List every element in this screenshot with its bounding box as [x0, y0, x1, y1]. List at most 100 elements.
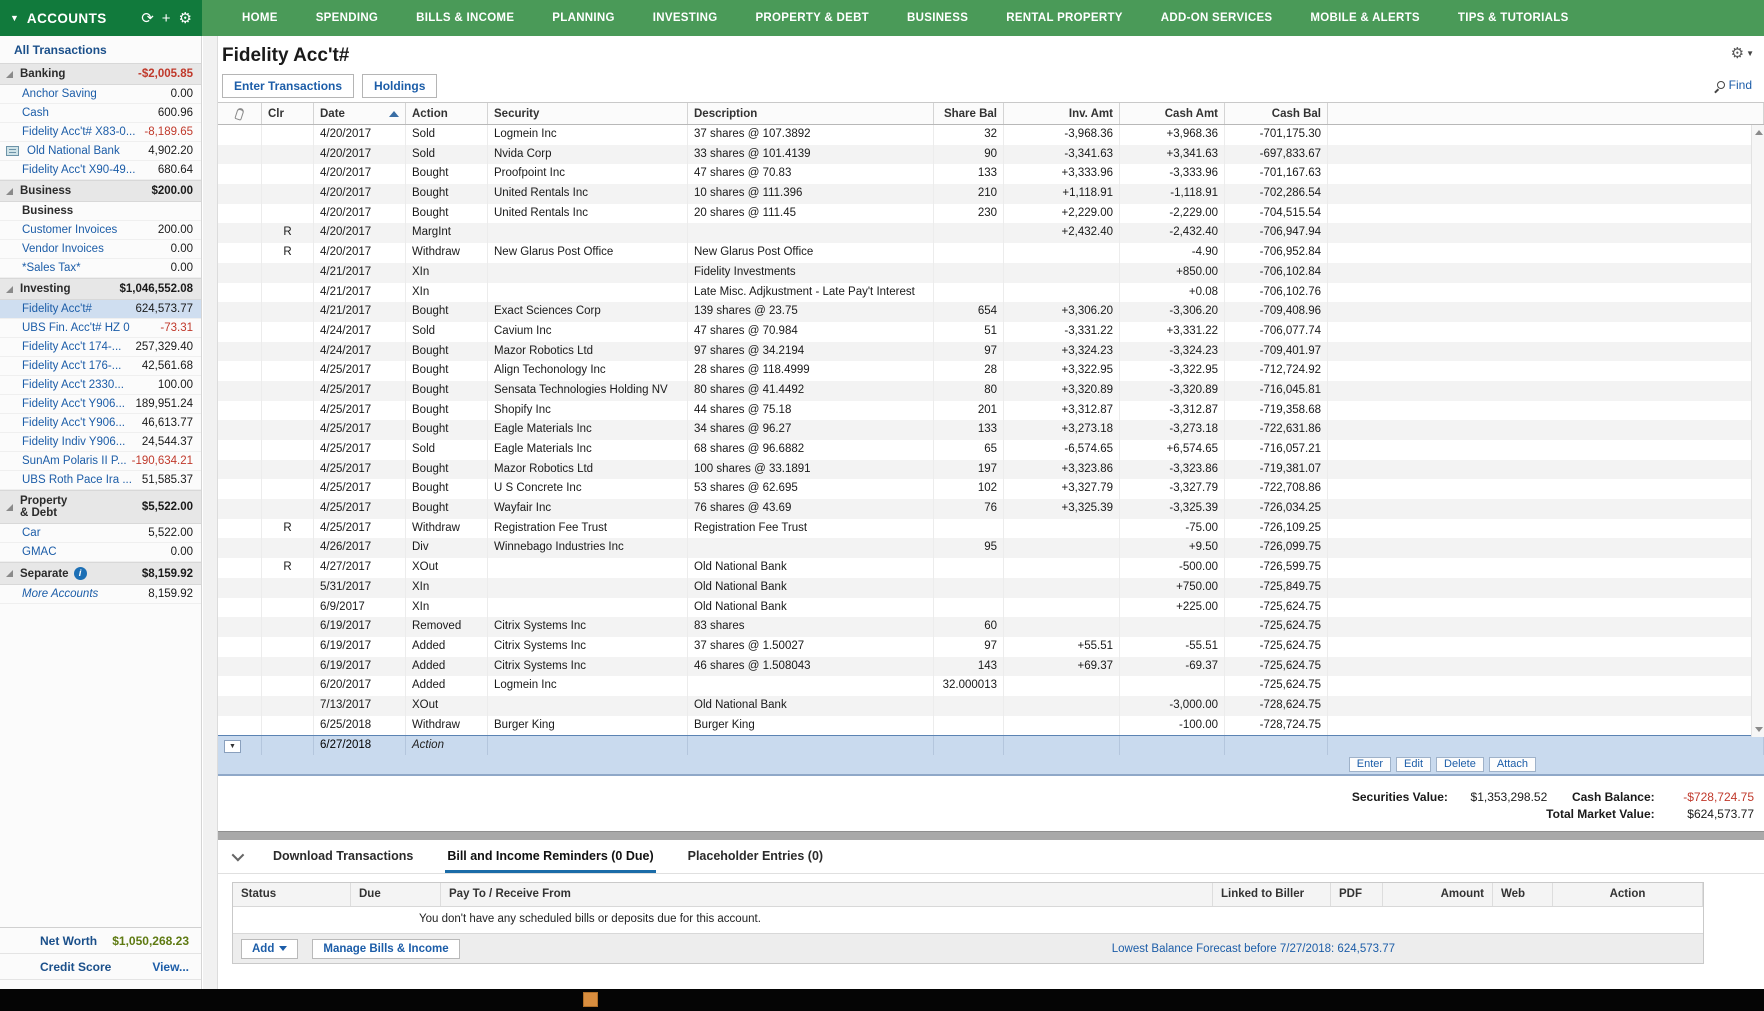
sidebar-item-ubs-roth-pace-ira[interactable]: UBS Roth Pace Ira ...51,585.37 [0, 471, 201, 490]
table-row[interactable]: 4/21/2017BoughtExact Sciences Corp139 sh… [218, 302, 1764, 322]
sidebar-item-fidelity-acc-t-2330[interactable]: Fidelity Acc't 2330...100.00 [0, 376, 201, 395]
sidebar-item-business[interactable]: Business [0, 202, 201, 221]
table-row[interactable]: 4/25/2017BoughtU S Concrete Inc53 shares… [218, 479, 1764, 499]
table-row[interactable]: 6/19/2017AddedCitrix Systems Inc46 share… [218, 657, 1764, 677]
sidebar-item-sunam-polaris-ii-p[interactable]: SunAm Polaris II P...-190,634.21 [0, 452, 201, 471]
reminders-column-due[interactable]: Due [351, 883, 441, 906]
table-row[interactable]: R4/20/2017WithdrawNew Glarus Post Office… [218, 243, 1764, 263]
new-transaction-row[interactable]: ▼ 6/27/2018 Action [218, 735, 1764, 755]
tab-bill-and-income-reminders-due[interactable]: Bill and Income Reminders (0 Due) [445, 840, 655, 873]
clr-column-header[interactable]: Clr [262, 103, 314, 124]
cash-bal-column-header[interactable]: Cash Bal [1225, 103, 1328, 124]
reminders-column-status[interactable]: Status [233, 883, 351, 906]
table-row[interactable]: 4/25/2017BoughtWayfair Inc76 shares @ 43… [218, 499, 1764, 519]
sidebar-item-fidelity-acc-t-176[interactable]: Fidelity Acc't 176-...42,561.68 [0, 357, 201, 376]
nav-item-bills-income[interactable]: BILLS & INCOME [416, 12, 514, 24]
accounts-gear-icon[interactable]: ⚙ [179, 9, 192, 27]
enter-button[interactable]: Enter [1349, 757, 1391, 772]
sidebar-item-old-national-bank[interactable]: Old National Bank4,902.20 [0, 142, 201, 161]
reminders-column-action[interactable]: Action [1553, 883, 1703, 906]
sidebar-item-sales-tax[interactable]: *Sales Tax*0.00 [0, 259, 201, 278]
sidebar-item-fidelity-acc-t[interactable]: Fidelity Acc't#624,573.77 [0, 300, 201, 319]
table-row[interactable]: 4/25/2017BoughtAlign Techonology Inc28 s… [218, 361, 1764, 381]
entry-action-field[interactable]: Action [406, 736, 488, 755]
nav-item-mobile-alerts[interactable]: MOBILE & ALERTS [1310, 12, 1420, 24]
sidebar-item-cash[interactable]: Cash600.96 [0, 104, 201, 123]
sidebar-item-fidelity-acc-t-174[interactable]: Fidelity Acc't 174-...257,329.40 [0, 338, 201, 357]
table-row[interactable]: 7/13/2017XOutOld National Bank-3,000.00-… [218, 696, 1764, 716]
nav-item-tips-tutorials[interactable]: TIPS & TUTORIALS [1458, 12, 1569, 24]
nav-item-home[interactable]: HOME [242, 12, 278, 24]
delete-button[interactable]: Delete [1436, 757, 1484, 772]
sidebar-item-car[interactable]: Car5,522.00 [0, 524, 201, 543]
sidebar-splitter[interactable] [203, 36, 218, 989]
sidebar-section-investing[interactable]: Investing $1,046,552.08 [0, 278, 201, 300]
nav-item-planning[interactable]: PLANNING [552, 12, 614, 24]
table-row[interactable]: 4/20/2017BoughtProofpoint Inc47 shares @… [218, 164, 1764, 184]
table-row[interactable]: 4/20/2017SoldNvida Corp33 shares @ 101.4… [218, 145, 1764, 165]
reminders-column-amount[interactable]: Amount [1383, 883, 1493, 906]
share-bal-column-header[interactable]: Share Bal [934, 103, 1004, 124]
table-row[interactable]: 4/25/2017BoughtShopify Inc44 shares @ 75… [218, 401, 1764, 421]
description-column-header[interactable]: Description [688, 103, 934, 124]
attach-button[interactable]: Attach [1489, 757, 1536, 772]
sidebar-item-fidelity-acc-t-x83-0[interactable]: Fidelity Acc't# X83-0...-8,189.65 [0, 123, 201, 142]
sidebar-item-customer-invoices[interactable]: Customer Invoices200.00 [0, 221, 201, 240]
sidebar-section-property-debt[interactable]: Property & Debt $5,522.00 [0, 490, 201, 524]
entry-date-field[interactable]: 6/27/2018 [314, 736, 406, 755]
nav-item-add-on-services[interactable]: ADD-ON SERVICES [1161, 12, 1273, 24]
attachment-column-header[interactable] [218, 103, 262, 124]
table-row[interactable]: 4/21/2017XInFidelity Investments+850.00-… [218, 263, 1764, 283]
nav-item-business[interactable]: BUSINESS [907, 12, 968, 24]
table-row[interactable]: 4/20/2017BoughtUnited Rentals Inc20 shar… [218, 204, 1764, 224]
register-gear-button[interactable]: ⚙ ▼ [1731, 44, 1754, 62]
holdings-button[interactable]: Holdings [362, 74, 437, 98]
sidebar-section-banking[interactable]: Banking -$2,005.85 [0, 63, 201, 85]
table-row[interactable]: 4/24/2017BoughtMazor Robotics Ltd97 shar… [218, 342, 1764, 362]
table-row[interactable]: R4/27/2017XOutOld National Bank-500.00-7… [218, 558, 1764, 578]
reminders-column-web[interactable]: Web [1493, 883, 1553, 906]
table-row[interactable]: 6/19/2017RemovedCitrix Systems Inc83 sha… [218, 617, 1764, 637]
table-row[interactable]: 4/25/2017BoughtEagle Materials Inc34 sha… [218, 420, 1764, 440]
table-row[interactable]: 4/24/2017SoldCavium Inc47 shares @ 70.98… [218, 322, 1764, 342]
lowest-balance-forecast-link[interactable]: Lowest Balance Forecast before 7/27/2018… [1112, 943, 1395, 955]
sidebar-item-all-transactions[interactable]: All Transactions [0, 36, 201, 63]
nav-item-property-debt[interactable]: PROPERTY & DEBT [755, 12, 869, 24]
reminders-column-pay-to-receive-from[interactable]: Pay To / Receive From [441, 883, 1213, 906]
enter-transactions-button[interactable]: Enter Transactions [222, 74, 354, 98]
edit-button[interactable]: Edit [1396, 757, 1431, 772]
sidebar-item-vendor-invoices[interactable]: Vendor Invoices0.00 [0, 240, 201, 259]
sidebar-item-more-accounts[interactable]: More Accounts8,159.92 [0, 585, 201, 604]
table-row[interactable]: R4/25/2017WithdrawRegistration Fee Trust… [218, 519, 1764, 539]
register-scrollbar[interactable] [1751, 125, 1764, 737]
inv-amt-column-header[interactable]: Inv. Amt [1004, 103, 1120, 124]
table-row[interactable]: 4/21/2017XInLate Misc. Adjkustment - Lat… [218, 283, 1764, 303]
security-column-header[interactable]: Security [488, 103, 688, 124]
sidebar-section-business[interactable]: Business $200.00 [0, 180, 201, 202]
sidebar-item-fidelity-acc-t-y906[interactable]: Fidelity Acc't Y906...189,951.24 [0, 395, 201, 414]
nav-item-rental-property[interactable]: RENTAL PROPERTY [1006, 12, 1123, 24]
table-row[interactable]: 4/20/2017BoughtUnited Rentals Inc10 shar… [218, 184, 1764, 204]
table-row[interactable]: 6/20/2017AddedLogmein Inc32.000013-725,6… [218, 676, 1764, 696]
table-row[interactable]: 4/25/2017BoughtSensata Technologies Hold… [218, 381, 1764, 401]
sidebar-item-fidelity-indiv-y906[interactable]: Fidelity Indiv Y906...24,544.37 [0, 433, 201, 452]
table-row[interactable]: 4/26/2017DivWinnebago Industries Inc95+9… [218, 538, 1764, 558]
sidebar-item-ubs-fin-acc-t-hz-0[interactable]: UBS Fin. Acc't# HZ 0-73.31 [0, 319, 201, 338]
table-row[interactable]: 6/25/2018WithdrawBurger KingBurger King-… [218, 716, 1764, 736]
scroll-down-icon[interactable] [1755, 727, 1763, 732]
sidebar-item-fidelity-acc-t-y906[interactable]: Fidelity Acc't Y906...46,613.77 [0, 414, 201, 433]
entry-dropdown-button[interactable]: ▼ [224, 740, 241, 753]
collapse-panel-icon[interactable] [232, 849, 245, 862]
refresh-icon[interactable]: ⟳ [141, 9, 154, 27]
add-reminder-button[interactable]: Add [241, 939, 298, 959]
table-row[interactable]: 4/20/2017SoldLogmein Inc37 shares @ 107.… [218, 125, 1764, 145]
add-account-icon[interactable]: + [162, 10, 171, 27]
table-row[interactable]: 6/9/2017XInOld National Bank+225.00-725,… [218, 598, 1764, 618]
nav-item-spending[interactable]: SPENDING [316, 12, 378, 24]
cash-amt-column-header[interactable]: Cash Amt [1120, 103, 1225, 124]
nav-item-investing[interactable]: INVESTING [653, 12, 718, 24]
sidebar-item-gmac[interactable]: GMAC0.00 [0, 543, 201, 562]
date-column-header[interactable]: Date [314, 103, 406, 124]
manage-bills-income-button[interactable]: Manage Bills & Income [312, 939, 459, 959]
table-row[interactable]: 6/19/2017AddedCitrix Systems Inc37 share… [218, 637, 1764, 657]
